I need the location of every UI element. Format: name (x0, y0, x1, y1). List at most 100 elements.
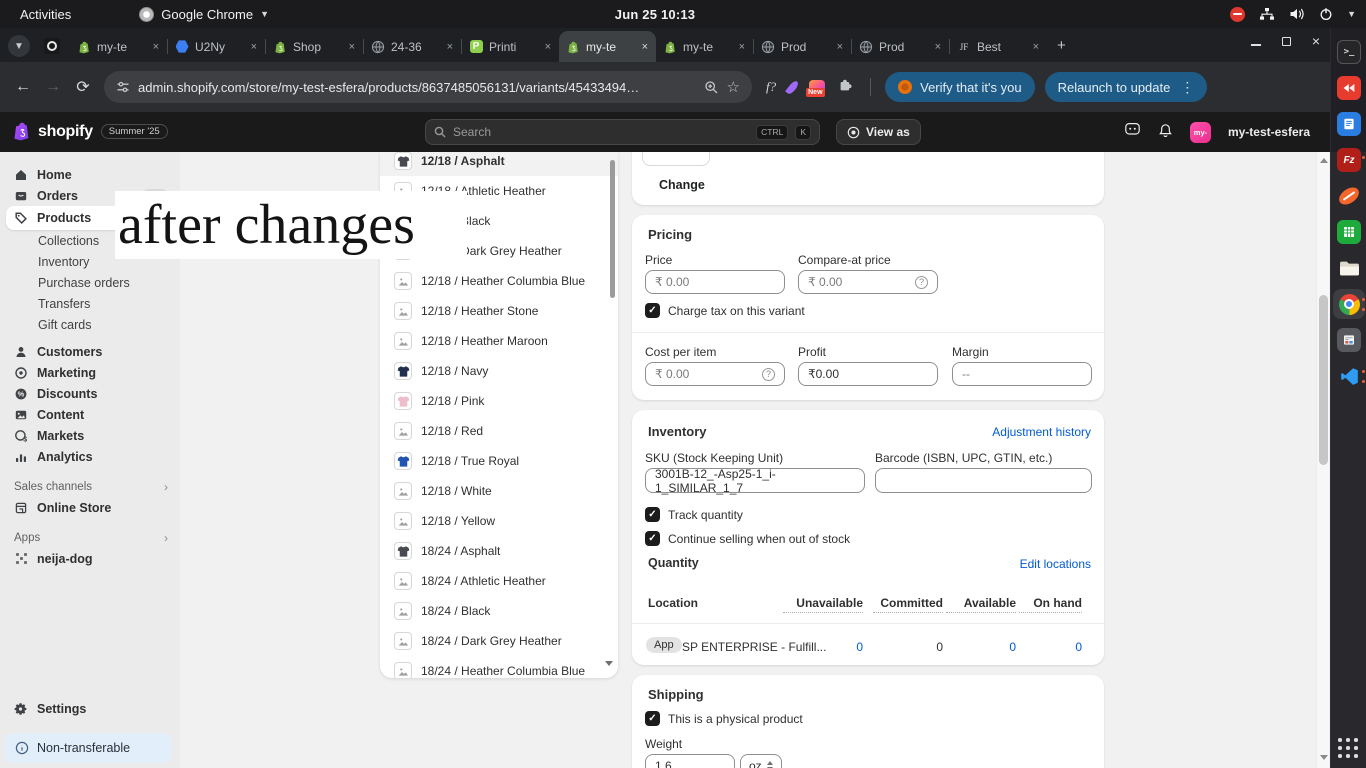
extensions-puzzle-icon[interactable] (838, 77, 853, 97)
page-scrollbar[interactable] (1316, 152, 1329, 768)
clock[interactable]: Jun 25 10:13 (615, 7, 695, 22)
variant-row-12-18-white[interactable]: 12/18 / White (380, 476, 618, 506)
sidebar-item-content[interactable]: Content (0, 404, 180, 425)
variant-row-18-24-asphalt[interactable]: 18/24 / Asphalt (380, 536, 618, 566)
sidebar-item-home[interactable]: Home (0, 164, 180, 185)
shopify-logo[interactable]: shopify Summer '25 (13, 121, 168, 142)
variant-row-12-18-heather-columbia-blue[interactable]: 12/18 / Heather Columbia Blue (380, 266, 618, 296)
tab-close-icon[interactable]: × (348, 41, 356, 53)
edit-locations-link[interactable]: Edit locations (1020, 557, 1091, 571)
pinned-tab-favicon[interactable] (44, 38, 60, 54)
sidekick-chat-icon[interactable] (1124, 121, 1141, 143)
tab-my-te-6[interactable]: my-te× (656, 31, 753, 62)
checkbox-checked-icon[interactable] (645, 531, 660, 546)
scrollbar-thumb[interactable] (1319, 295, 1328, 465)
show-apps-grid-icon[interactable] (1338, 738, 1360, 760)
weight-unit-select[interactable]: oz (740, 754, 782, 768)
tab-close-icon[interactable]: × (152, 41, 160, 53)
scroll-up-icon[interactable] (1320, 158, 1328, 163)
store-name[interactable]: my-test-esfera (1228, 125, 1310, 139)
dock-item-spreadsheet[interactable] (1337, 220, 1361, 244)
variant-row-12-18-pink[interactable]: 12/18 / Pink (380, 386, 618, 416)
checkbox-checked-icon[interactable] (645, 711, 660, 726)
chevron-right-icon[interactable]: › (164, 531, 168, 545)
cost-input[interactable]: ₹ 0.00 (645, 362, 785, 386)
close-window-button[interactable]: × (1312, 34, 1320, 48)
tab-close-icon[interactable]: × (738, 41, 746, 53)
help-icon[interactable] (915, 276, 928, 289)
dock-item-vscode[interactable] (1337, 364, 1361, 388)
dock-item-file-manager[interactable] (1337, 256, 1361, 280)
tab-my-te-5[interactable]: my-te× (559, 31, 656, 62)
dock-item-chrome[interactable] (1337, 292, 1361, 316)
extension-feather-icon[interactable] (785, 79, 800, 95)
sidebar-item-markets[interactable]: $Markets (0, 425, 180, 446)
sku-input[interactable]: 3001B-12_-Asp25-1_i-1_SIMILAR_1_7 (645, 468, 865, 493)
variant-row-12-18-red[interactable]: 12/18 / Red (380, 416, 618, 446)
volume-icon[interactable] (1289, 7, 1305, 21)
minimize-button[interactable] (1251, 44, 1261, 46)
reload-button[interactable]: ⟳ (68, 77, 98, 97)
sidebar-item-gift-cards[interactable]: Gift cards (0, 314, 180, 335)
relaunch-button[interactable]: Relaunch to update ⋮ (1045, 72, 1208, 102)
tab-my-te-0[interactable]: my-te× (70, 31, 167, 62)
do-not-disturb-icon[interactable] (1230, 7, 1245, 22)
checkbox-checked-icon[interactable] (645, 507, 660, 522)
sidebar-item-marketing[interactable]: Marketing (0, 362, 180, 383)
col-available[interactable]: Available (946, 596, 1016, 613)
dock-item-filezilla[interactable]: Fz (1337, 148, 1361, 172)
tab-close-icon[interactable]: × (1032, 41, 1040, 53)
charge-tax-checkbox[interactable]: Charge tax on this variant (645, 303, 805, 318)
app-menu[interactable]: Google Chrome ▼ (139, 7, 269, 22)
tab-u2ny-1[interactable]: U2Ny× (168, 31, 265, 62)
notifications-bell-icon[interactable] (1158, 122, 1173, 143)
stepper-arrows-icon[interactable] (767, 761, 773, 768)
tab-close-icon[interactable]: × (446, 41, 454, 53)
dock-item-news-reader[interactable] (1337, 328, 1361, 352)
adjustment-history-link[interactable]: Adjustment history (992, 425, 1091, 439)
available-value[interactable]: 0 (946, 640, 1016, 654)
non-transferable-banner[interactable]: Non-transferable (4, 733, 172, 763)
unavailable-value[interactable]: 0 (783, 640, 863, 654)
extension-with-new-badge-icon[interactable]: New (809, 80, 825, 94)
col-unavailable[interactable]: Unavailable (783, 596, 863, 613)
variant-list-scrollbar[interactable] (610, 160, 615, 298)
verify-button[interactable]: Verify that it's you (885, 72, 1034, 102)
dock-item-document-writer[interactable] (1337, 112, 1361, 136)
variant-row-18-24-athletic-heather[interactable]: 18/24 / Athletic Heather (380, 566, 618, 596)
url-text[interactable]: admin.shopify.com/store/my-test-esfera/p… (138, 80, 696, 95)
scroll-down-icon[interactable] (605, 661, 613, 666)
tab-close-icon[interactable]: × (641, 41, 649, 53)
activities-button[interactable]: Activities (14, 5, 77, 24)
continue-selling-checkbox[interactable]: Continue selling when out of stock (645, 531, 850, 546)
variant-row-12-18-true-royal[interactable]: 12/18 / True Royal (380, 446, 618, 476)
new-tab-button[interactable]: + (1057, 37, 1066, 54)
tab-prod-8[interactable]: Prod× (852, 31, 949, 62)
chevron-right-icon[interactable]: › (164, 480, 168, 494)
tab-search-button[interactable]: ▼ (8, 35, 30, 57)
variant-row-12-18-asphalt[interactable]: 12/18 / Asphalt (380, 152, 618, 176)
help-icon[interactable] (762, 368, 775, 381)
sidebar-item-purchase-orders[interactable]: Purchase orders (0, 272, 180, 293)
tab-prod-7[interactable]: Prod× (754, 31, 851, 62)
back-button[interactable]: ← (8, 78, 38, 96)
extension-fx-icon[interactable]: f? (766, 79, 776, 95)
sidebar-item-discounts[interactable]: %Discounts (0, 383, 180, 404)
dock-item-terminal[interactable]: >_ (1337, 40, 1361, 64)
store-avatar[interactable]: my- (1190, 122, 1211, 143)
bookmark-star-icon[interactable]: ☆ (727, 78, 740, 96)
tab-24-36-3[interactable]: 24-36× (364, 31, 461, 62)
variant-image-box[interactable] (642, 152, 710, 166)
forward-button[interactable]: → (38, 78, 68, 96)
profit-input[interactable]: ₹0.00 (798, 362, 938, 386)
sidebar-item-customers[interactable]: Customers (0, 341, 180, 362)
tab-close-icon[interactable]: × (250, 41, 258, 53)
checkbox-checked-icon[interactable] (645, 303, 660, 318)
margin-input[interactable]: -- (952, 362, 1092, 386)
barcode-input[interactable] (875, 468, 1092, 493)
tab-close-icon[interactable]: × (836, 41, 844, 53)
global-search-input[interactable]: Search CTRL K (425, 119, 820, 145)
on-hand-value[interactable]: 0 (1019, 640, 1082, 654)
dock-item-media-player[interactable] (1337, 76, 1361, 100)
network-icon[interactable] (1259, 7, 1275, 21)
